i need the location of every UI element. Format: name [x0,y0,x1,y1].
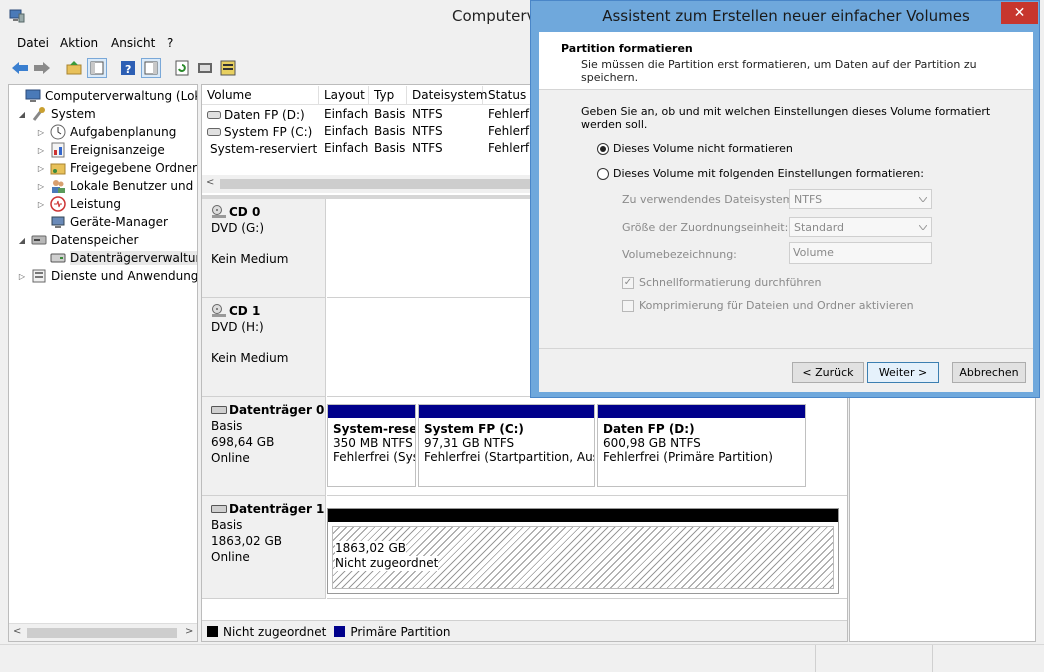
performance-icon [50,196,66,212]
status-bar [0,644,1044,672]
column-header-dateisystem[interactable]: Dateisystem [407,86,487,105]
clock-icon [50,124,66,140]
event-log-icon [51,142,65,158]
svg-text:?: ? [125,63,131,76]
scroll-left-icon[interactable]: < [13,626,21,637]
properties-icon[interactable] [195,58,215,78]
cd-drive-icon [212,304,226,317]
refresh-icon[interactable] [172,58,192,78]
computer-icon [25,89,41,102]
help-icon[interactable]: ? [118,58,138,78]
disk-label-cd1[interactable]: CD 1 DVD (H:) Kein Medium [202,298,326,397]
hard-disk-icon [211,406,227,414]
new-simple-volume-wizard: Assistent zum Erstellen neuer einfacher … [530,0,1040,398]
back-arrow-icon[interactable] [10,58,30,78]
partition-unallocated[interactable]: 1863,02 GB Nicht zugeordnet [327,508,839,594]
wizard-prompt: Geben Sie an, ob und mit welchen Einstel… [581,105,991,131]
filesystem-select[interactable]: NTFS [789,189,932,209]
tree-item-geraete-manager[interactable]: Geräte-Manager [36,213,168,231]
wizard-title: Assistent zum Erstellen neuer einfacher … [602,7,970,25]
disk-label-disk0[interactable]: Datenträger 0 Basis 698,64 GB Online [202,397,326,496]
drive-icon [207,127,221,136]
disk-area-disk1: 1863,02 GB Nicht zugeordnet [327,496,847,599]
table-row[interactable]: System-reserviert Einfach Basis NTFS Feh… [202,140,533,157]
scrollbar-thumb[interactable] [27,628,177,638]
device-manager-icon [51,216,65,228]
drive-icon [207,110,221,119]
table-row[interactable]: System FP (C:) Einfach Basis NTFS Fehler… [202,123,533,140]
tree-item-lokale-benutzer[interactable]: ▷ Lokale Benutzer und Gruppen [36,177,197,195]
forward-arrow-icon[interactable] [32,58,52,78]
action-pane [849,396,1036,642]
tree-item-datentraegerverwaltung[interactable]: Datenträgerverwaltung [36,249,197,267]
radio-format[interactable]: Dieses Volume mit folgenden Einstellunge… [597,167,924,180]
services-icon [32,269,46,283]
close-icon[interactable]: ✕ [1001,2,1038,24]
console-tree-icon[interactable] [87,58,107,78]
checkbox-unchecked-icon[interactable] [622,299,634,312]
wizard-step-subtitle: Sie müssen die Partition erst formatiere… [581,58,977,84]
column-header-layout[interactable]: Layout [319,86,369,105]
volume-label-label: Volumebezeichnung: [622,248,737,261]
filesystem-label: Zu verwendendes Dateisystem: [622,193,798,206]
hard-disk-icon [211,505,227,513]
scroll-right-icon[interactable]: > [185,626,193,637]
tree-item-system[interactable]: ◢ System [17,105,96,123]
tree-item-root[interactable]: Computerverwaltung (Lokal) [11,87,197,105]
tree-horizontal-scrollbar[interactable]: < > [9,623,197,641]
menu-datei[interactable]: Datei [17,36,49,50]
wizard-client-area: Partition formatieren Sie müssen die Par… [539,32,1033,392]
back-button[interactable]: < Zurück [792,362,864,383]
tree-item-freigegebene-ordner[interactable]: ▷ Freigegebene Ordner [36,159,197,177]
cd-drive-icon [212,205,226,218]
menu-ansicht[interactable]: Ansicht [111,36,155,50]
action-pane-icon[interactable] [141,58,161,78]
users-icon [52,180,65,193]
up-folder-icon[interactable] [64,58,84,78]
allocation-unit-select[interactable]: Standard [789,217,932,237]
partition-daten-d[interactable]: Daten FP (D:) 600,98 GB NTFS Fehlerfrei … [597,404,806,487]
tree-item-leistung[interactable]: ▷ Leistung [36,195,121,213]
wizard-step-title: Partition formatieren [561,42,693,55]
disk-label-cd0[interactable]: CD 0 DVD (G:) Kein Medium [202,199,326,298]
computer-management-icon [9,9,25,23]
column-header-volume[interactable]: Volume [202,86,319,105]
column-header-typ[interactable]: Typ [369,86,407,105]
disk-management-icon [50,253,66,263]
checkbox-checked-icon[interactable]: ✓ [622,276,634,289]
wizard-header: Partition formatieren Sie müssen die Par… [539,32,1033,90]
tree-item-dienste[interactable]: ▷ Dienste und Anwendungen [17,267,197,285]
scroll-left-icon[interactable]: < [206,177,214,188]
storage-icon [31,235,47,245]
console-tree: Computerverwaltung (Lokal) ◢ System ▷ Au… [8,84,198,642]
partition-system-reserved[interactable]: System-reserviert 350 MB NTFS Fehlerfrei… [327,404,416,487]
cancel-button[interactable]: Abbrechen [952,362,1026,383]
table-row[interactable]: Daten FP (D:) Einfach Basis NTFS Fehlerf… [202,106,533,123]
wizard-separator [539,348,1033,349]
disk-list-icon[interactable] [218,58,238,78]
legend-swatch-unallocated [207,626,218,637]
chevron-down-icon [919,196,927,202]
disk-label-disk1[interactable]: Datenträger 1 Basis 1863,02 GB Online [202,496,326,599]
menu-help[interactable]: ? [167,36,173,50]
menu-aktion[interactable]: Aktion [60,36,98,50]
disk-area-disk0: System-reserviert 350 MB NTFS Fehlerfrei… [327,397,847,496]
quick-format-checkbox[interactable]: ✓ Schnellformatierung durchführen [622,276,821,289]
radio-no-format[interactable]: Dieses Volume nicht formatieren [597,142,793,155]
legend: Nicht zugeordnet Primäre Partition [202,620,847,641]
allocation-unit-label: Größe der Zuordnungseinheit: [622,221,789,234]
radio-unselected-icon[interactable] [597,167,609,180]
legend-swatch-primary [334,626,346,637]
radio-selected-icon[interactable] [597,142,609,155]
compression-checkbox[interactable]: Komprimierung für Dateien und Ordner akt… [622,299,914,312]
tree-item-aufgabenplanung[interactable]: ▷ Aufgabenplanung [36,123,176,141]
tree-item-datenspeicher[interactable]: ◢ Datenspeicher [17,231,138,249]
tree-item-ereignisanzeige[interactable]: ▷ Ereignisanzeige [36,141,165,159]
tools-icon [32,107,45,121]
shared-folder-icon [50,163,66,175]
volume-label-input[interactable]: Volume [789,242,932,264]
next-button[interactable]: Weiter > [867,362,939,383]
chevron-down-icon [919,224,927,230]
partition-system-c[interactable]: System FP (C:) 97,31 GB NTFS Fehlerfrei … [418,404,595,487]
